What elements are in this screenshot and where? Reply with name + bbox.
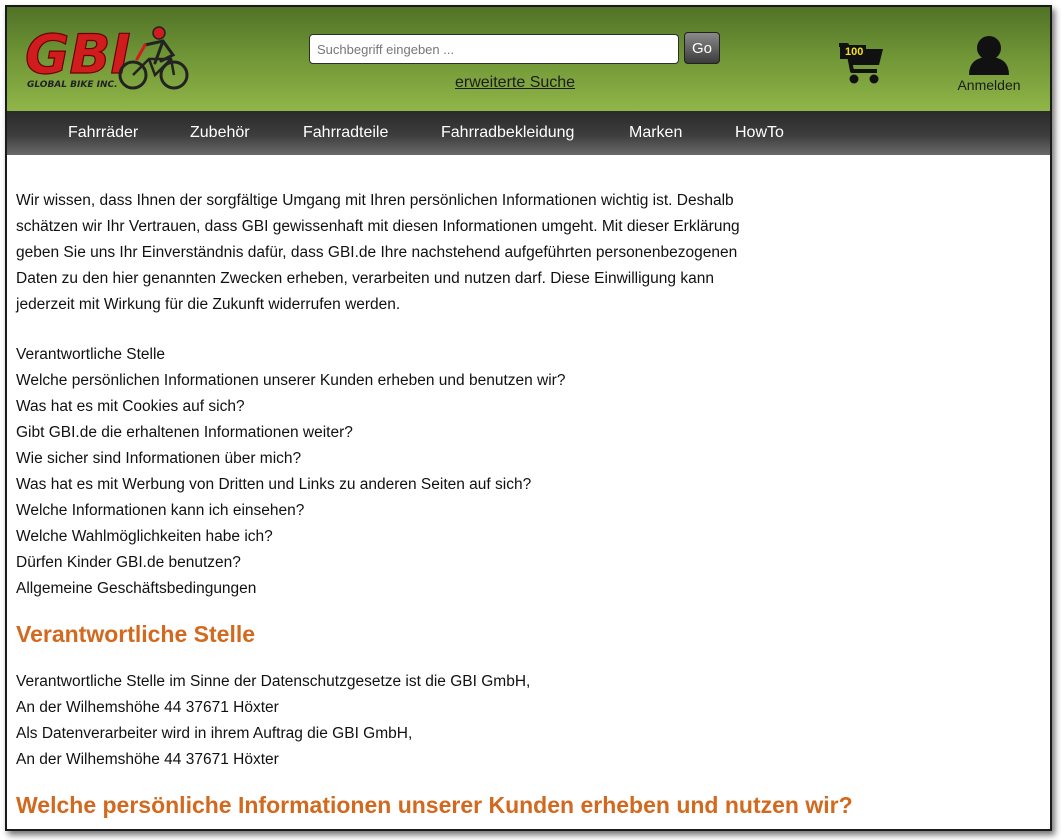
logo-tagline: GLOBAL BIKE INC. xyxy=(27,80,118,90)
login-label: Anmelden xyxy=(957,77,1021,93)
nav-item-zubehoer[interactable]: Zubehör xyxy=(190,124,250,142)
login-button[interactable]: Anmelden xyxy=(949,35,1029,99)
cart-count-badge: 100 xyxy=(845,46,864,58)
bike-frame xyxy=(132,57,176,78)
browser-viewport: GBI GLOBAL BIKE INC. Go erweiterte Suche xyxy=(5,5,1052,831)
responsible-address: Verantwortliche Stelle im Sinne der Date… xyxy=(16,669,530,773)
search-input[interactable] xyxy=(309,34,679,64)
search-go-button[interactable]: Go xyxy=(684,32,720,64)
toc-link[interactable]: Welche Informationen kann ich einsehen? xyxy=(16,498,565,524)
logo-letters: GBI xyxy=(25,23,131,86)
nav-item-fahrradteile[interactable]: Fahrradteile xyxy=(303,124,388,142)
intro-paragraph: Wir wissen, dass Ihnen der sorgfältige U… xyxy=(16,192,740,313)
nav-item-marken[interactable]: Marken xyxy=(629,124,682,142)
rider-head xyxy=(152,26,166,40)
address-line: An der Wilhemshöhe 44 37671 Höxter xyxy=(16,699,279,716)
nav-item-fahrraeder[interactable]: Fahrräder xyxy=(68,124,138,142)
site-header: GBI GLOBAL BIKE INC. Go erweiterte Suche xyxy=(7,7,1050,111)
section-heading-information: Welche persönliche Informationen unserer… xyxy=(16,792,853,818)
toc-link[interactable]: Gibt GBI.de die erhaltenen Informationen… xyxy=(16,420,565,446)
table-of-contents: Verantwortliche Stelle Welche persönlich… xyxy=(16,342,565,602)
main-nav: Fahrräder Zubehör Fahrradteile Fahrradbe… xyxy=(7,111,1050,155)
toc-link[interactable]: Allgemeine Geschäftsbedingungen xyxy=(16,576,565,602)
address-line: An der Wilhemshöhe 44 37671 Höxter xyxy=(16,751,279,768)
toc-link[interactable]: Was hat es mit Werbung von Dritten und L… xyxy=(16,472,565,498)
address-line: Verantwortliche Stelle im Sinne der Date… xyxy=(16,673,531,690)
toc-link[interactable]: Verantwortliche Stelle xyxy=(16,342,565,368)
section-heading-responsible: Verantwortliche Stelle xyxy=(16,621,256,647)
gbi-logo[interactable]: GBI GLOBAL BIKE INC. xyxy=(21,21,191,93)
toc-link[interactable]: Welche persönlichen Informationen unsere… xyxy=(16,368,565,394)
nav-item-howto[interactable]: HowTo xyxy=(735,124,784,142)
gbi-logo-graphic: GBI GLOBAL BIKE INC. xyxy=(24,22,189,90)
nav-item-fahrradbekleidung[interactable]: Fahrradbekleidung xyxy=(441,124,574,142)
address-line: Als Datenverarbeiter wird in ihrem Auftr… xyxy=(16,725,413,742)
toc-link[interactable]: Dürfen Kinder GBI.de benutzen? xyxy=(16,550,565,576)
user-icon xyxy=(969,36,1009,75)
rider-arm xyxy=(135,43,147,61)
toc-link[interactable]: Wie sicher sind Informationen über mich? xyxy=(16,446,565,472)
toc-link[interactable]: Welche Wahlmöglichkeiten habe ich? xyxy=(16,524,565,550)
toc-link[interactable]: Was hat es mit Cookies auf sich? xyxy=(16,394,565,420)
advanced-search-link[interactable]: erweiterte Suche xyxy=(455,74,575,92)
